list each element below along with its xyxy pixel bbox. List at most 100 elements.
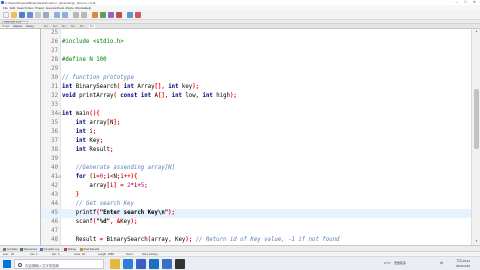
line-number: 28 (51, 57, 58, 63)
ime-indicator[interactable]: 中 (440, 261, 443, 265)
code-line[interactable]: 44 // Get search Key (41, 200, 471, 209)
code-line[interactable]: 31 int BinarySearch( int Array[], int key… (41, 83, 471, 92)
code-token: [], (157, 93, 169, 99)
devcpp-icon[interactable] (162, 259, 172, 269)
code-token: ); (130, 219, 138, 225)
vertical-scrollbar[interactable]: ▲ ▼ (471, 29, 480, 245)
code-text: int main(){ (62, 110, 100, 119)
line-number: 29 (51, 66, 58, 72)
weather-temp[interactable]: 17°C (384, 261, 391, 265)
code-line[interactable]: 41 ⊟ for (i=0;i<N;i++){ (41, 173, 471, 182)
undo-icon[interactable] (54, 12, 60, 18)
start-button[interactable] (3, 260, 11, 268)
code-token: const (120, 93, 138, 99)
code-token: void (62, 93, 76, 99)
line-number: 27 (51, 48, 58, 54)
code-token: scanf (62, 219, 93, 225)
code-token: ); (192, 84, 200, 90)
line-number: 33 (51, 102, 58, 108)
line-number: 39 (51, 156, 58, 162)
close-file-icon[interactable] (35, 12, 41, 18)
system-clock[interactable]: 下午 05:44 2021/11/16 (449, 259, 477, 268)
replace-icon[interactable] (81, 12, 87, 18)
code-line[interactable]: 46 scanf("%d", &Key); (41, 218, 471, 227)
code-line[interactable]: 47 (41, 227, 471, 236)
code-line[interactable]: 39 (41, 155, 471, 164)
fold-toggle-icon[interactable]: ⊟ (58, 173, 61, 182)
code-line[interactable]: 28 #define N 100 (41, 56, 471, 65)
fold-toggle-icon[interactable]: ⊟ (58, 110, 61, 119)
file-explorer-icon[interactable] (110, 259, 120, 269)
code-token: //Generate assending array[N] (62, 165, 175, 171)
code-line[interactable]: 40 //Generate assending array[N] (41, 164, 471, 173)
new-file-icon[interactable] (3, 12, 9, 18)
file-tab[interactable]: N.c (53, 25, 57, 28)
code-token: i (85, 129, 93, 135)
project-panel[interactable] (0, 29, 41, 245)
save-icon[interactable] (19, 12, 25, 18)
code-line[interactable]: 43 } (41, 191, 471, 200)
save-all-icon[interactable] (27, 12, 33, 18)
code-line[interactable]: 48 Result = BinarySearch(array, Key); //… (41, 236, 471, 245)
file-tab[interactable]: N.c (71, 25, 75, 28)
code-text: // Get search Key (62, 200, 134, 209)
code-text: #include <stdio.h> (62, 38, 124, 47)
rebuild-icon[interactable] (116, 12, 122, 18)
code-line[interactable]: 27 (41, 47, 471, 56)
mail-icon[interactable] (149, 259, 159, 269)
code-line[interactable]: 37 int Key; (41, 137, 471, 146)
code-text: scanf("%d", &Key); (62, 218, 138, 227)
code-line[interactable]: 35 int array[N]; (41, 119, 471, 128)
code-line[interactable]: 33 (41, 101, 471, 110)
taskbar: 在這裡輸入文字來搜尋 17°C 雲量較多 中 下午 05:44 2021/11/… (0, 256, 480, 270)
tab-project[interactable]: Project (1, 25, 12, 28)
code-line[interactable]: 29 (41, 65, 471, 74)
browser-icon[interactable] (123, 259, 133, 269)
code-line[interactable]: 32 void printArray( const int A[], int lo… (41, 92, 471, 101)
code-line[interactable]: 25 (41, 29, 471, 38)
file-tab[interactable]: N.c (44, 25, 48, 28)
redo-icon[interactable] (62, 12, 68, 18)
code-line[interactable]: 38 int Result; (41, 146, 471, 155)
code-token: for (75, 174, 86, 180)
code-editor[interactable]: 25 26 #include <stdio.h> 27 28 #define N 100 2… (41, 29, 471, 245)
code-line[interactable]: 34 ⊟ int main(){ (41, 110, 471, 119)
tab-debug[interactable]: Debug (26, 25, 34, 28)
code-line[interactable]: 42 array[i] = 2*i+5; (41, 182, 471, 191)
line-number: 42 (51, 183, 58, 189)
code-line[interactable]: 26 #include <stdio.h> (41, 38, 471, 47)
code-token: ); (168, 210, 176, 216)
code-line[interactable]: 30 // function prototype (41, 74, 471, 83)
code-token: int (75, 129, 86, 135)
code-token: BinarySearch (72, 84, 117, 90)
tab-classes[interactable]: Classes (13, 25, 22, 28)
code-line[interactable]: 45 printf("Enter search Key\n"); (41, 209, 471, 218)
open-folder-icon[interactable] (11, 12, 17, 18)
code-token: A (151, 93, 158, 99)
weather-text[interactable]: 雲量較多 (394, 261, 406, 265)
file-tab[interactable]: N.c (62, 25, 66, 28)
find-icon[interactable] (73, 12, 79, 18)
compile-run-icon[interactable] (108, 12, 114, 18)
scroll-thumb[interactable] (474, 89, 479, 149)
line-number: 34 (51, 111, 58, 117)
file-tab[interactable]: N.c (80, 25, 84, 28)
clock-date: 2021/11/16 (456, 263, 470, 268)
scroll-up-icon[interactable]: ▲ (472, 29, 480, 35)
code-token: int (202, 93, 213, 99)
line-number: 40 (51, 165, 58, 171)
run-icon[interactable] (100, 12, 106, 18)
file-tab-active[interactable]: N.c (89, 25, 95, 28)
code-token: "Enter search Key\n" (99, 210, 169, 216)
terminal-icon[interactable] (175, 259, 185, 269)
taskbar-search[interactable]: 在這裡輸入文字來搜尋 (14, 259, 104, 269)
code-line[interactable]: 36 int i; (41, 128, 471, 137)
debug-icon[interactable] (127, 12, 133, 18)
print-icon[interactable] (43, 12, 49, 18)
stop-icon[interactable] (135, 12, 141, 18)
store-icon[interactable] (136, 259, 146, 269)
compile-icon[interactable] (92, 12, 98, 18)
code-token: ; (144, 183, 148, 189)
